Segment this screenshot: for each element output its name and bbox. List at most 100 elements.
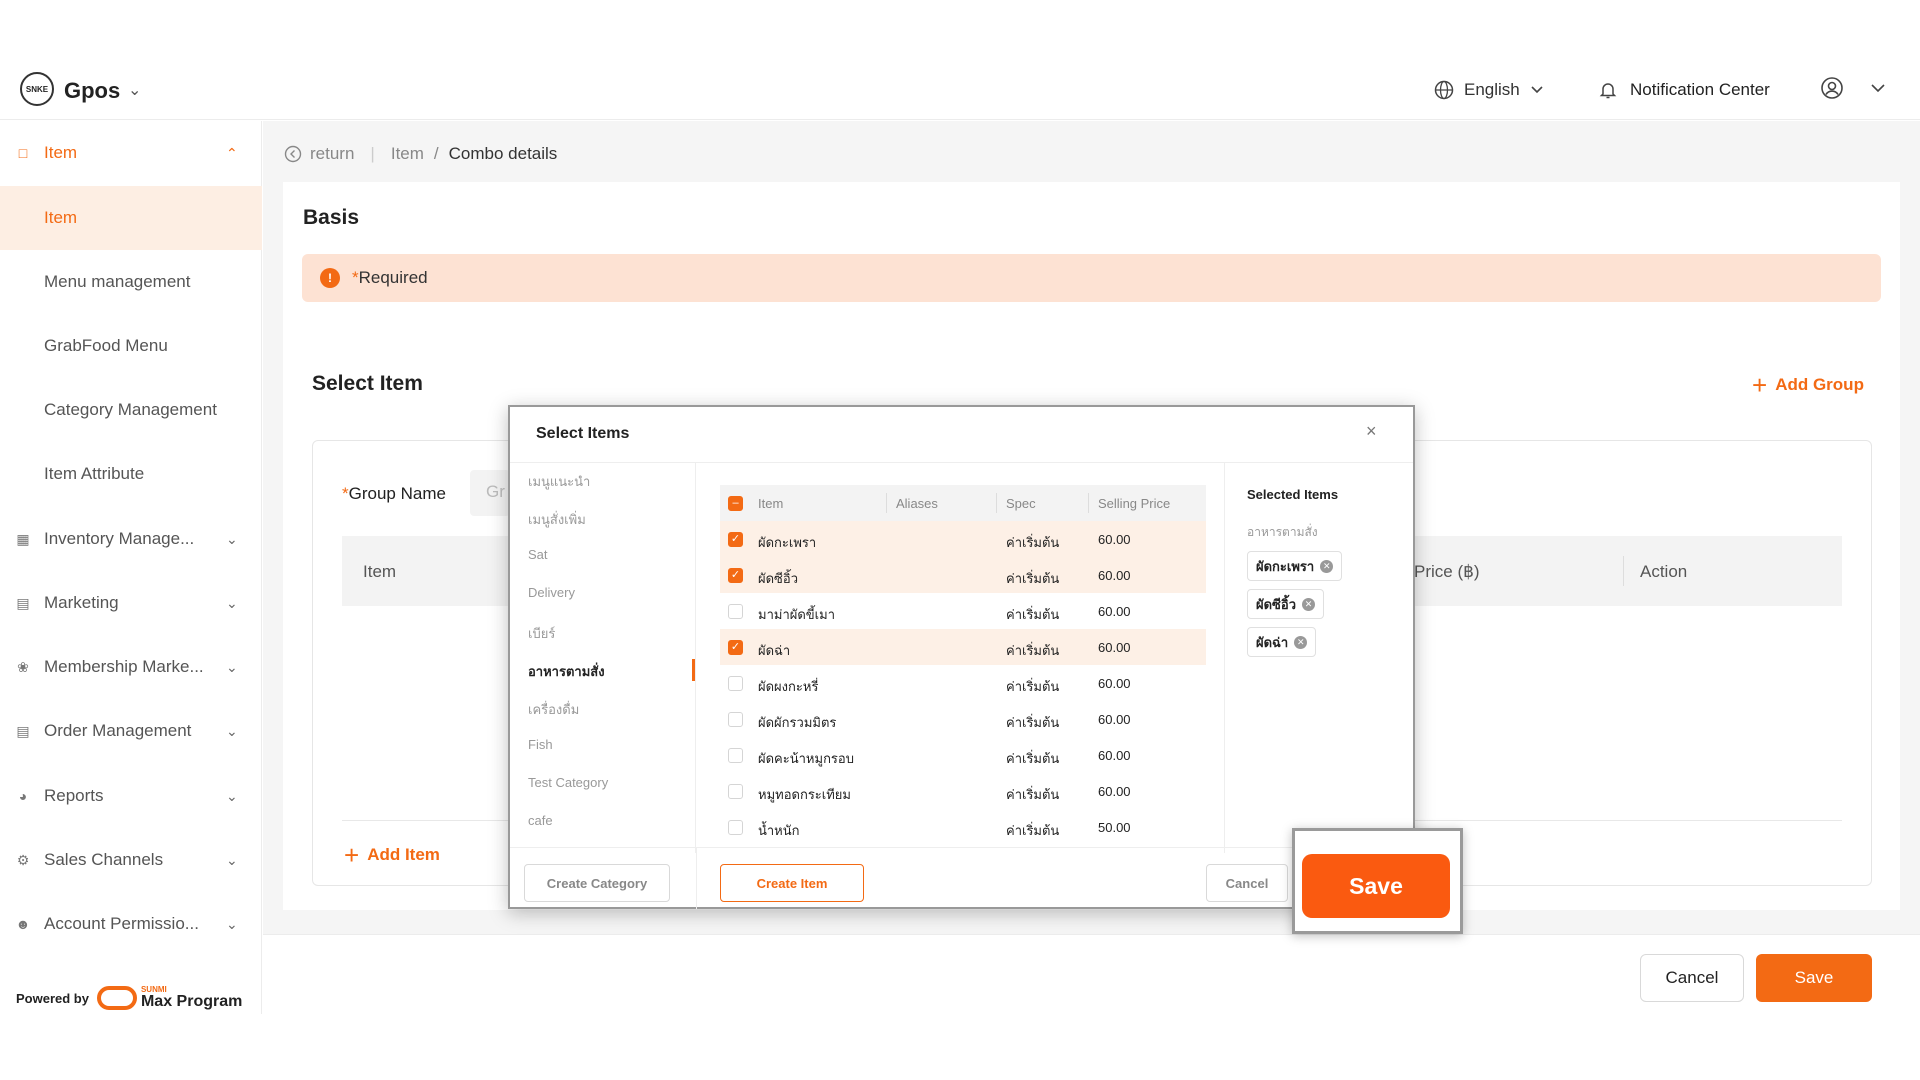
- category-item-active[interactable]: อาหารตามสั่ง: [528, 661, 605, 682]
- table-row[interactable]: มาม่าผัดขี้เมา ค่าเริ่มต้น 60.00: [720, 593, 1206, 629]
- table-row[interactable]: ผัดผงกะหรี่ ค่าเริ่มต้น 60.00: [720, 665, 1206, 701]
- table-row[interactable]: หมูทอดกระเทียม ค่าเริ่มต้น 60.00: [720, 773, 1206, 809]
- table-row[interactable]: ✓ ผัดฉ่า ค่าเริ่มต้น 60.00: [720, 629, 1206, 665]
- sidebar-item-label: Inventory Manage...: [44, 529, 195, 548]
- create-item-button[interactable]: Create Item: [720, 864, 864, 902]
- table-row[interactable]: ผัดคะน้าหมูกรอบ ค่าเริ่มต้น 60.00: [720, 737, 1206, 773]
- sidebar-item-menu-management[interactable]: Menu management: [0, 250, 262, 314]
- col-header-aliases: Aliases: [896, 496, 938, 511]
- sidebar-item-item-attribute[interactable]: Item Attribute: [0, 442, 262, 506]
- return-icon[interactable]: [284, 145, 302, 163]
- remove-tag-icon[interactable]: ✕: [1294, 635, 1308, 649]
- category-item[interactable]: เมนูแนะนำ: [528, 471, 590, 492]
- save-button[interactable]: Save: [1756, 954, 1872, 1002]
- notification-center[interactable]: Notification Center: [1598, 80, 1770, 100]
- breadcrumb-current: Combo details: [448, 144, 558, 163]
- top-bar: SNKE Gpos ⌄ English Notification Center: [0, 62, 1920, 120]
- category-item[interactable]: cafe: [528, 813, 553, 828]
- row-price: 60.00: [1098, 676, 1131, 691]
- add-group-button[interactable]: + Add Group: [1752, 372, 1864, 398]
- row-checkbox[interactable]: [728, 712, 743, 727]
- category-item[interactable]: Sat: [528, 547, 548, 562]
- row-checkbox[interactable]: ✓: [728, 532, 743, 547]
- sidebar-item-label: Menu management: [44, 272, 191, 291]
- column-divider: [1088, 493, 1089, 513]
- plus-icon: +: [344, 840, 360, 870]
- add-item-button[interactable]: + Add Item: [344, 842, 440, 868]
- category-item[interactable]: เบียร์: [528, 623, 555, 644]
- category-item[interactable]: เมนูสั่งเพิ่ม: [528, 509, 586, 530]
- close-icon[interactable]: ×: [1366, 421, 1377, 442]
- sidebar-item-order-management[interactable]: ▤ Order Management ⌄: [0, 699, 262, 763]
- row-checkbox[interactable]: [728, 784, 743, 799]
- sidebar-item-marketing[interactable]: ▤ Marketing ⌄: [0, 571, 262, 635]
- create-category-button[interactable]: Create Category: [524, 864, 670, 902]
- table-row[interactable]: ✓ ผัดกะเพรา ค่าเริ่มต้น 60.00: [720, 521, 1206, 557]
- category-item[interactable]: Fish: [528, 737, 553, 752]
- sidebar-item-grabfood-menu[interactable]: GrabFood Menu: [0, 314, 262, 378]
- row-checkbox[interactable]: [728, 676, 743, 691]
- chevron-down-icon[interactable]: ⌄: [128, 80, 141, 100]
- sidebar-item-item[interactable]: Item: [0, 186, 262, 250]
- required-star: *: [352, 268, 359, 287]
- row-item: ผัดผงกะหรี่: [758, 679, 819, 694]
- row-checkbox[interactable]: ✓: [728, 640, 743, 655]
- remove-tag-icon[interactable]: ✕: [1302, 597, 1315, 611]
- user-menu[interactable]: [1820, 76, 1886, 100]
- cancel-button[interactable]: Cancel: [1640, 954, 1744, 1002]
- required-text: Required: [358, 268, 428, 287]
- sidebar-item-sales-channels[interactable]: ⚙ Sales Channels ⌄: [0, 828, 262, 892]
- col-header-spec: Spec: [1006, 496, 1036, 511]
- brand-logo[interactable]: SNKE: [20, 72, 54, 106]
- breadcrumb-parent[interactable]: Item: [391, 144, 424, 164]
- row-checkbox[interactable]: [728, 604, 743, 619]
- category-item[interactable]: Test Category: [528, 775, 608, 790]
- chevron-down-icon: ⌄: [226, 915, 238, 932]
- row-item: ผัดฉ่า: [758, 643, 791, 658]
- sidebar-item-item-group[interactable]: □ Item ⌃: [0, 121, 262, 185]
- category-item[interactable]: Delivery: [528, 585, 575, 600]
- row-spec: ค่าเริ่มต้น: [1006, 751, 1060, 766]
- chevron-down-icon: [1531, 86, 1543, 94]
- select-items-modal: Select Items × เมนูแนะนำ เมนูสั่งเพิ่ม S…: [508, 405, 1415, 909]
- language-selector[interactable]: English: [1434, 80, 1544, 100]
- select-all-checkbox[interactable]: –: [728, 496, 743, 511]
- row-checkbox[interactable]: ✓: [728, 568, 743, 583]
- modal-header: Select Items ×: [510, 407, 1413, 463]
- row-spec: ค่าเริ่มต้น: [1006, 679, 1060, 694]
- info-icon: !: [320, 268, 340, 288]
- sidebar-item-account-permission[interactable]: ☻ Account Permissio... ⌄: [0, 892, 262, 956]
- modal-cancel-button[interactable]: Cancel: [1206, 864, 1288, 902]
- modal-save-button[interactable]: Save: [1302, 854, 1450, 918]
- table-row[interactable]: น้ำหนัก ค่าเริ่มต้น 50.00: [720, 809, 1206, 845]
- order-icon: ▤: [16, 722, 30, 739]
- breadcrumb-divider: |: [370, 144, 375, 163]
- sidebar-item-reports[interactable]: ◕ Reports ⌄: [0, 764, 262, 828]
- group-name-input[interactable]: Gr: [470, 470, 510, 516]
- sidebar-item-category-management[interactable]: Category Management: [0, 378, 262, 442]
- reports-icon: ◕: [18, 788, 28, 804]
- col-header-item: Item: [758, 496, 784, 511]
- language-label: English: [1464, 80, 1520, 99]
- sidebar-item-inventory[interactable]: ▦ Inventory Manage... ⌄: [0, 507, 262, 571]
- category-item[interactable]: เครื่องดื่ม: [528, 699, 579, 720]
- return-link[interactable]: return: [310, 144, 354, 164]
- row-spec: ค่าเริ่มต้น: [1006, 787, 1060, 802]
- row-item: น้ำหนัก: [758, 823, 800, 838]
- column-divider: [996, 493, 997, 513]
- table-row[interactable]: ผัดผักรวมมิตร ค่าเริ่มต้น 60.00: [720, 701, 1206, 737]
- remove-tag-icon[interactable]: ✕: [1320, 559, 1334, 573]
- app-title[interactable]: Gpos: [64, 78, 120, 104]
- col-header-price: Price (฿): [1414, 562, 1480, 581]
- sidebar-item-label: Membership Marke...: [44, 657, 204, 676]
- row-checkbox[interactable]: [728, 820, 743, 835]
- table-row[interactable]: ✓ ผัดซีอิ้ว ค่าเริ่มต้น 60.00: [720, 557, 1206, 593]
- group-name-label: *Group Name: [342, 484, 446, 504]
- row-item: ผัดซีอิ้ว: [758, 571, 798, 586]
- row-item: หมูทอดกระเทียม: [758, 787, 851, 802]
- chevron-down-icon: [1871, 84, 1885, 93]
- row-price: 60.00: [1098, 604, 1131, 619]
- row-checkbox[interactable]: [728, 748, 743, 763]
- sidebar-item-membership[interactable]: ❀ Membership Marke... ⌄: [0, 635, 262, 699]
- chevron-down-icon: ⌄: [226, 594, 238, 611]
